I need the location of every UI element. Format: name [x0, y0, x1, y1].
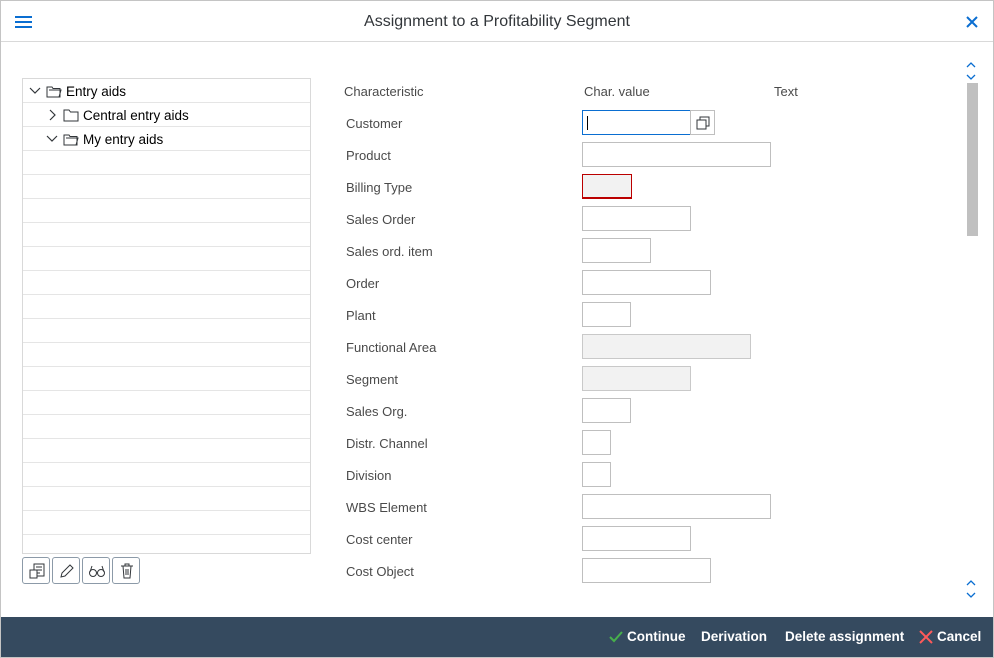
value-help-icon [696, 116, 710, 130]
delete-icon [121, 563, 133, 579]
division-input[interactable] [582, 462, 611, 487]
chevron-down-icon[interactable] [29, 86, 41, 96]
text-caret [587, 116, 588, 130]
entry-aids-tree: Entry aids Central entry aids My entry a… [22, 78, 311, 554]
dialog-footer: Continue Derivation Delete assignment Ca… [1, 617, 993, 657]
column-header-characteristic: Characteristic [344, 84, 424, 99]
order-input[interactable] [582, 270, 711, 295]
field-label-customer: Customer [346, 116, 403, 131]
continue-label: Continue [627, 629, 686, 644]
column-header-text: Text [774, 84, 798, 99]
field-label-sales-order: Sales Order [346, 212, 416, 227]
field-label-sales-org: Sales Org. [346, 404, 408, 419]
field-label-wbs-element: WBS Element [346, 500, 427, 515]
folder-open-icon [63, 134, 79, 146]
billing-type-input[interactable] [582, 174, 632, 199]
field-label-cost-center: Cost center [346, 532, 413, 547]
field-label-order: Order [346, 276, 380, 291]
tree-empty-row [23, 487, 310, 511]
tree-empty-row [23, 175, 310, 199]
sales-ord-item-input[interactable] [582, 238, 651, 263]
scroll-up-icon[interactable] [963, 60, 979, 80]
folder-icon [63, 109, 79, 122]
tree-node-label: Central entry aids [83, 108, 189, 123]
tree-empty-row [23, 199, 310, 223]
value-help-button[interactable] [690, 110, 715, 135]
tree-node-entry-aids[interactable]: Entry aids [23, 79, 310, 103]
chevron-down-icon[interactable] [46, 134, 58, 144]
tree-empty-row [23, 415, 310, 439]
scrollbar-thumb[interactable] [967, 83, 978, 236]
cost-center-input[interactable] [582, 526, 691, 551]
edit-icon [60, 564, 74, 578]
cost-object-input[interactable] [582, 558, 711, 583]
field-label-product: Product [346, 148, 391, 163]
field-label-cost-object: Cost Object [346, 564, 414, 579]
tree-empty-row [23, 463, 310, 487]
create-entry-aid-icon [29, 563, 45, 579]
wbs-element-input[interactable] [582, 494, 771, 519]
field-label-functional-area: Functional Area [346, 340, 437, 355]
tree-node-label: Entry aids [66, 84, 127, 99]
tree-empty-row [23, 295, 310, 319]
cancel-label: Cancel [937, 629, 982, 644]
tree-empty-row [23, 391, 310, 415]
tree-empty-row [23, 271, 310, 295]
field-label-division: Division [346, 468, 392, 483]
checkmark-icon [609, 631, 623, 643]
cancel-x-icon [919, 630, 933, 644]
cancel-button[interactable]: Cancel [918, 629, 981, 644]
distr-channel-input[interactable] [582, 430, 611, 455]
dialog-title: Assignment to a Profitability Segment [364, 13, 630, 30]
field-label-plant: Plant [346, 308, 376, 323]
tree-node-central-entry-aids[interactable]: Central entry aids [23, 103, 310, 127]
edit-button[interactable] [52, 557, 80, 584]
plant-input[interactable] [582, 302, 631, 327]
folder-open-icon [46, 86, 62, 98]
derivation-button[interactable]: Derivation [701, 629, 767, 644]
delete-assignment-button[interactable]: Delete assignment [785, 629, 904, 644]
tree-node-label: My entry aids [83, 132, 164, 147]
tree-empty-row [23, 439, 310, 463]
tree-empty-row [23, 151, 310, 175]
tree-empty-row [23, 367, 310, 391]
display-button[interactable] [82, 557, 110, 584]
field-label-distr-channel: Distr. Channel [346, 436, 428, 451]
segment-input [582, 366, 691, 391]
create-entry-aid-button[interactable] [22, 557, 50, 584]
functional-area-input [582, 334, 751, 359]
scroll-down-icon[interactable] [963, 580, 979, 600]
continue-button[interactable]: Continue [608, 629, 686, 644]
tree-empty-row [23, 319, 310, 343]
sales-org-input[interactable] [582, 398, 631, 423]
product-input[interactable] [582, 142, 771, 167]
tree-node-my-entry-aids[interactable]: My entry aids [23, 127, 310, 151]
field-label-segment: Segment [346, 372, 399, 387]
tree-empty-row [23, 223, 310, 247]
chevron-right-icon[interactable] [48, 109, 58, 121]
field-label-sales-ord-item: Sales ord. item [346, 244, 433, 259]
tree-empty-row [23, 343, 310, 367]
customer-input[interactable] [582, 110, 691, 135]
tree-empty-row [23, 511, 310, 535]
field-label-billing-type: Billing Type [346, 180, 413, 195]
delete-button[interactable] [112, 557, 140, 584]
dialog-header: Assignment to a Profitability Segment [1, 1, 993, 42]
display-glasses-icon [89, 565, 105, 577]
column-header-char-value: Char. value [584, 84, 650, 99]
dialog: Assignment to a Profitability Segment En… [0, 0, 994, 658]
close-icon[interactable] [961, 11, 983, 33]
tree-empty-row [23, 247, 310, 271]
sales-order-input[interactable] [582, 206, 691, 231]
